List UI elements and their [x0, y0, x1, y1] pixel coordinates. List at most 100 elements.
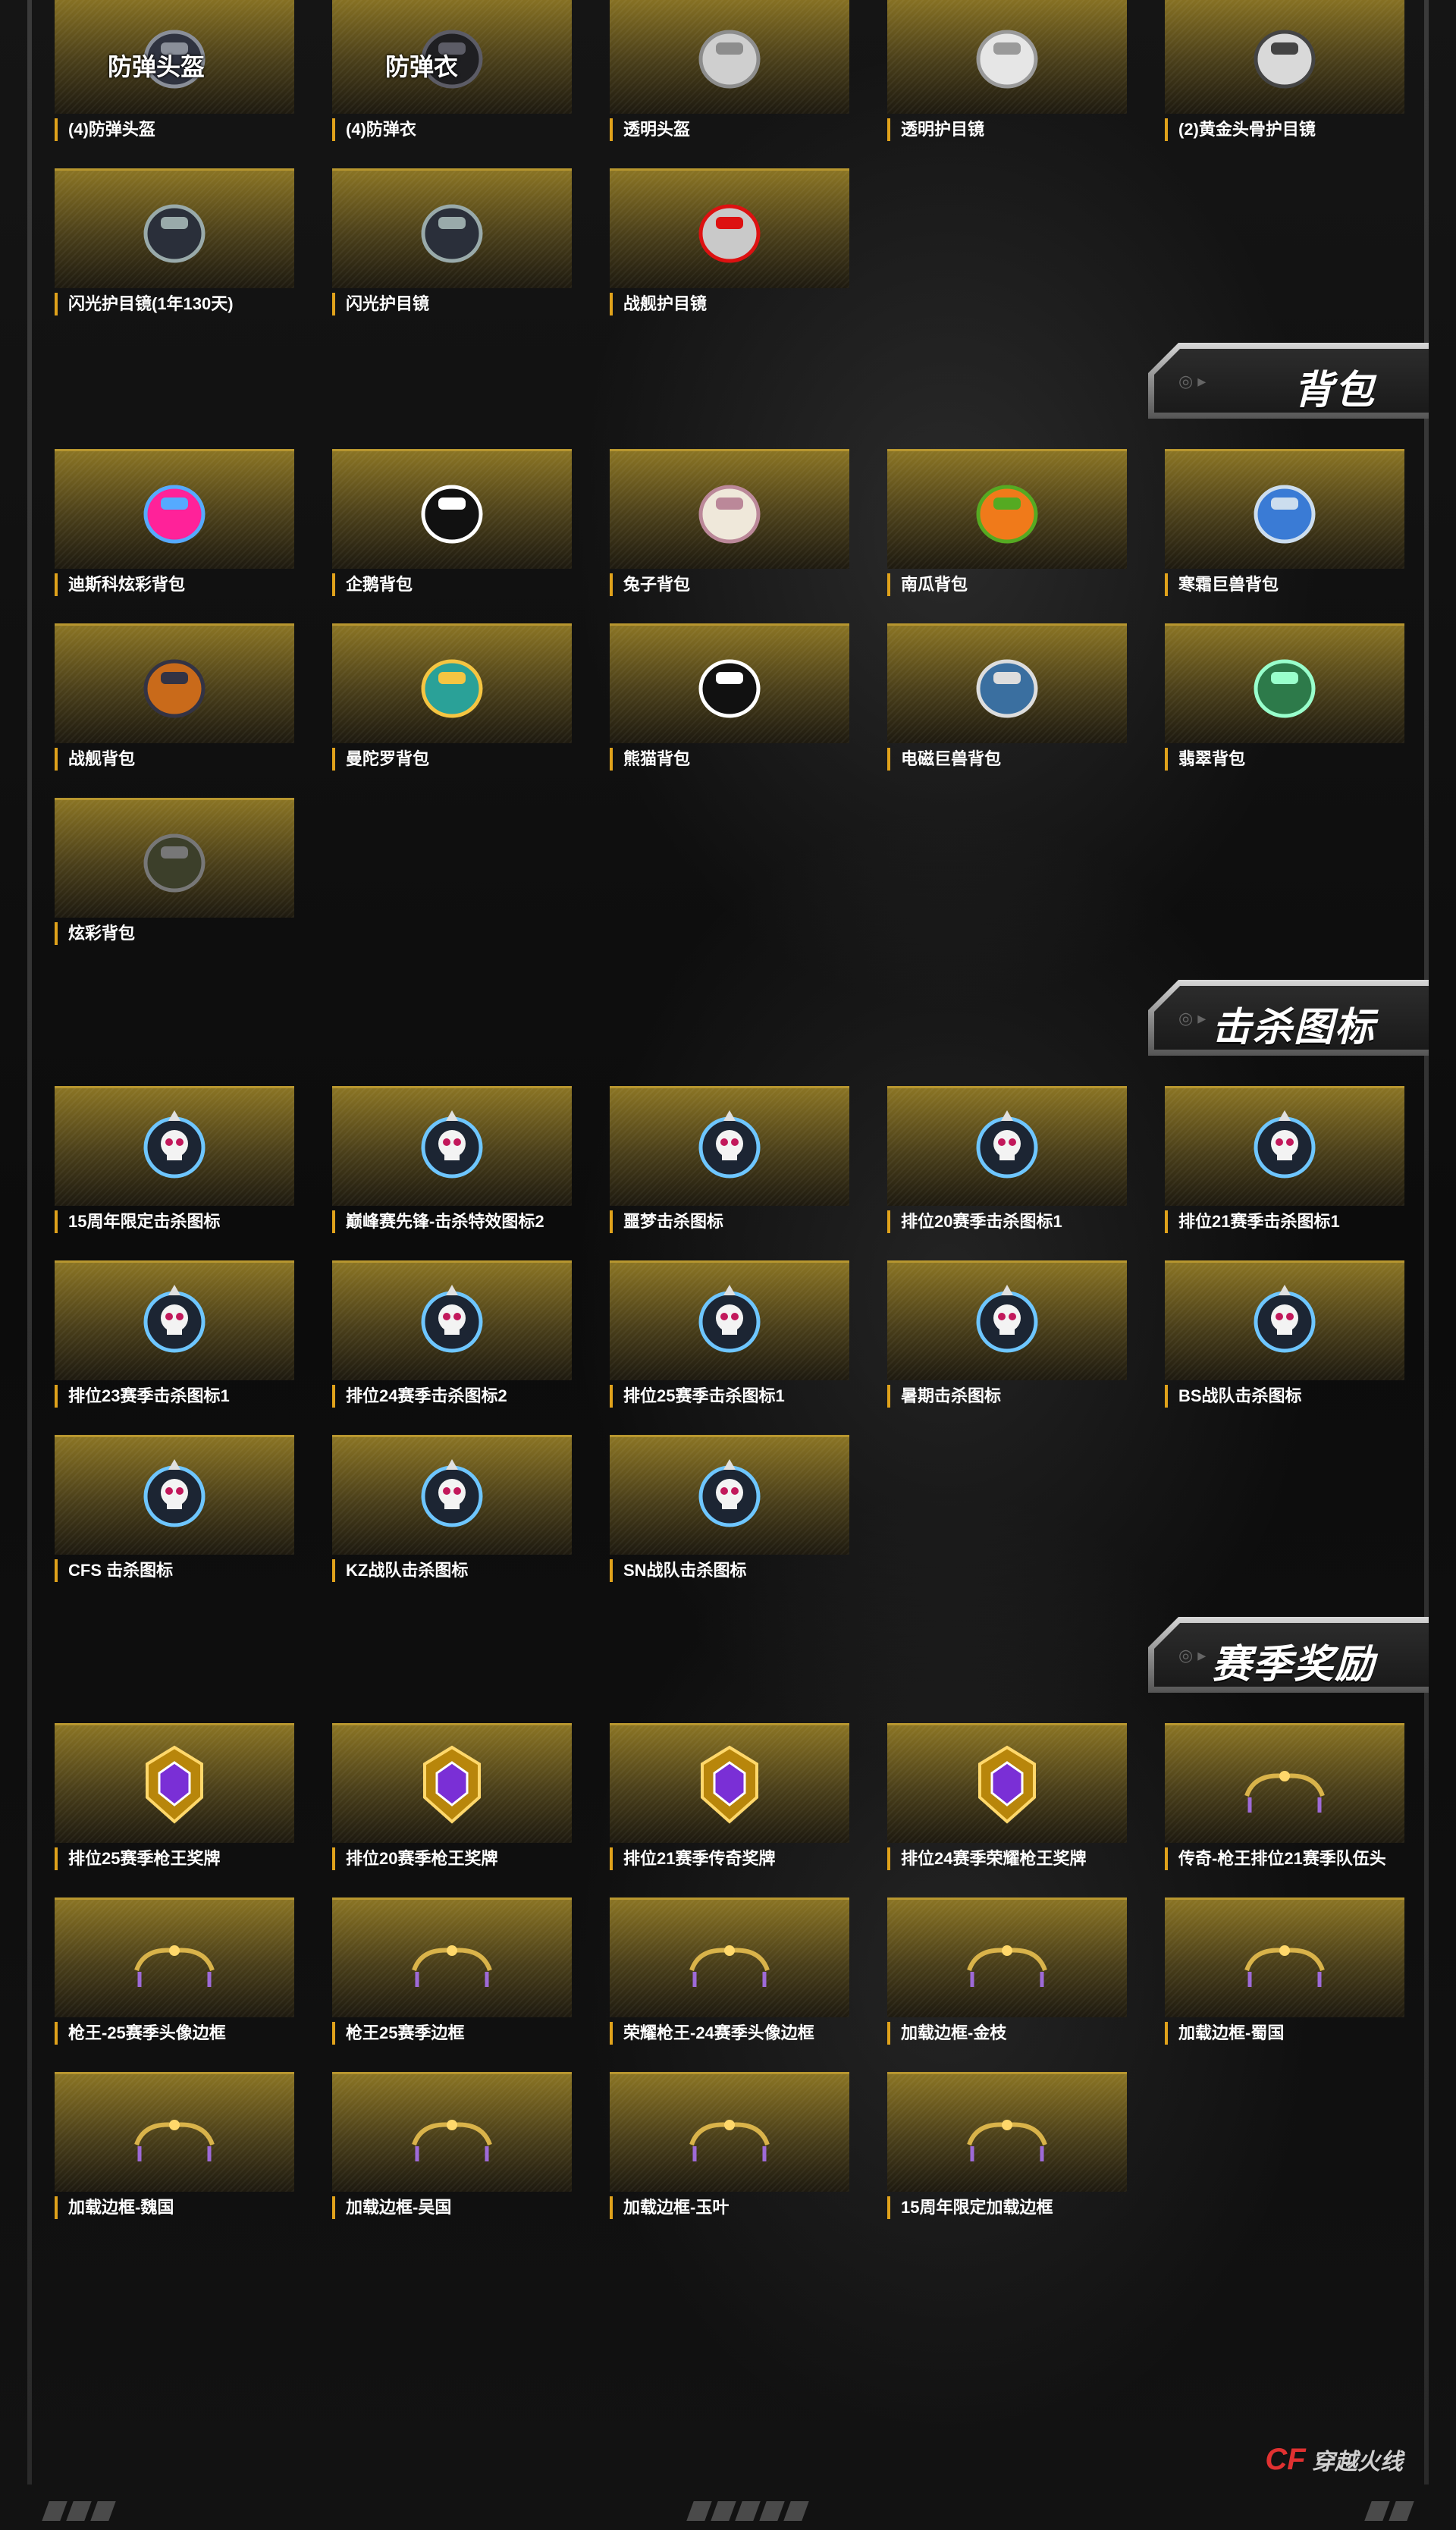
header-deco-icon: ◎ ▸	[1178, 1009, 1207, 1028]
item-label: 排位20赛季枪王奖牌	[332, 1847, 572, 1870]
item-card[interactable]: 排位21赛季传奇奖牌	[610, 1723, 849, 1897]
s24-glory-medal-icon	[962, 1743, 1053, 1826]
item-label: 加载边框-玉叶	[610, 2196, 849, 2219]
s25-medal-icon	[129, 1743, 220, 1826]
section-header-backpack: ◎ ▸ 背包	[1148, 343, 1429, 419]
penguin-backpack-icon	[406, 469, 497, 552]
item-card[interactable]: 枪王-25赛季头像边框	[55, 1897, 294, 2072]
item-card[interactable]: 排位24赛季击杀图标2	[332, 1260, 572, 1435]
item-card[interactable]: 排位23赛季击杀图标1	[55, 1260, 294, 1435]
item-card[interactable]: 闪光护目镜	[332, 168, 572, 343]
item-card[interactable]: BS战队击杀图标	[1165, 1260, 1404, 1435]
item-label: 迪斯科炫彩背包	[55, 573, 294, 596]
item-tile	[610, 449, 849, 569]
item-tile	[610, 1086, 849, 1206]
item-card[interactable]: 防弹头盔 (4)防弹头盔	[55, 0, 294, 168]
item-card[interactable]: 透明护目镜	[887, 0, 1127, 168]
item-card[interactable]: 15周年限定加载边框	[887, 2072, 1127, 2246]
item-card[interactable]: 炫彩背包	[55, 798, 294, 972]
rabbit-backpack-icon	[684, 469, 775, 552]
item-card[interactable]: 南瓜背包	[887, 449, 1127, 623]
item-card[interactable]: 15周年限定击杀图标	[55, 1086, 294, 1260]
section-header-season-rewards: ◎ ▸ 赛季奖励	[1148, 1617, 1429, 1693]
item-card[interactable]: 排位25赛季击杀图标1	[610, 1260, 849, 1435]
anniversary-frame-icon	[962, 2092, 1053, 2175]
sunglasses-icon	[129, 188, 220, 272]
gear-grid: 防弹头盔 (4)防弹头盔 防弹衣 (4)防弹衣 透明头盔 透明护目镜 (2)黄金头骨护目镜闪…	[55, 0, 1404, 343]
s21-legend-medal-icon	[684, 1743, 775, 1826]
tile-caption: 防弹头盔	[108, 53, 206, 80]
left-frame-border	[27, 0, 32, 2484]
item-card[interactable]: 加载边框-吴国	[332, 2072, 572, 2246]
item-label: 闪光护目镜	[332, 293, 572, 315]
item-tile	[610, 1723, 849, 1843]
item-card[interactable]: 荣耀枪王-24赛季头像边框	[610, 1897, 849, 2072]
item-label: 排位20赛季击杀图标1	[887, 1210, 1127, 1233]
item-card[interactable]: KZ战队击杀图标	[332, 1435, 572, 1609]
item-card[interactable]: 加载边框-魏国	[55, 2072, 294, 2246]
em-beast-backpack-icon	[962, 643, 1053, 727]
item-card[interactable]: 噩梦击杀图标	[610, 1086, 849, 1260]
item-label: 战舰背包	[55, 748, 294, 771]
item-label: 熊猫背包	[610, 748, 849, 771]
pumpkin-backpack-icon	[962, 469, 1053, 552]
item-card[interactable]: 企鹅背包	[332, 449, 572, 623]
header-deco-icon: ◎ ▸	[1178, 372, 1207, 391]
item-card[interactable]: 翡翠背包	[1165, 623, 1404, 798]
item-tile	[610, 1435, 849, 1555]
item-tile	[887, 0, 1127, 114]
item-card[interactable]: 透明头盔	[610, 0, 849, 168]
item-card[interactable]: 枪王25赛季边框	[332, 1897, 572, 2072]
item-card[interactable]: 排位20赛季枪王奖牌	[332, 1723, 572, 1897]
item-label: 透明头盔	[610, 118, 849, 141]
item-card[interactable]: 战舰护目镜	[610, 168, 849, 343]
item-tile	[1165, 1723, 1404, 1843]
item-card[interactable]: 战舰背包	[55, 623, 294, 798]
item-card[interactable]: 迪斯科炫彩背包	[55, 449, 294, 623]
item-card[interactable]: SN战队击杀图标	[610, 1435, 849, 1609]
item-tile	[887, 623, 1127, 743]
item-tile	[332, 2072, 572, 2192]
kill-icon-grid: 15周年限定击杀图标 巅峰赛先锋-击杀特效图标2 噩梦击杀图标 排位20赛季击杀图标1…	[55, 1086, 1404, 1609]
item-tile	[887, 449, 1127, 569]
item-tile	[332, 1435, 572, 1555]
item-label: 闪光护目镜(1年130天)	[55, 293, 294, 315]
item-label: (4)防弹头盔	[55, 118, 294, 141]
item-card[interactable]: 排位20赛季击杀图标1	[887, 1086, 1127, 1260]
item-card[interactable]: 加载边框-金枝	[887, 1897, 1127, 2072]
item-card[interactable]: 排位25赛季枪王奖牌	[55, 1723, 294, 1897]
s20-medal-icon	[406, 1743, 497, 1826]
item-card[interactable]: 加载边框-蜀国	[1165, 1897, 1404, 2072]
item-tile	[55, 1723, 294, 1843]
footer-bars-right	[1364, 2501, 1414, 2521]
item-tile	[55, 1086, 294, 1206]
ranked-s20-kill-icon	[962, 1106, 1053, 1189]
item-tile	[610, 168, 849, 288]
footer-bars-center	[686, 2501, 809, 2521]
legend-team-frame-icon	[1239, 1743, 1330, 1826]
section-header-kill-icon: ◎ ▸ 击杀图标	[1148, 980, 1429, 1056]
item-card[interactable]: 防弹衣 (4)防弹衣	[332, 0, 572, 168]
item-card[interactable]: 加载边框-玉叶	[610, 2072, 849, 2246]
item-card[interactable]: 暑期击杀图标	[887, 1260, 1127, 1435]
sunglasses-icon	[406, 188, 497, 272]
item-label: 电磁巨兽背包	[887, 748, 1127, 771]
item-card[interactable]: 排位21赛季击杀图标1	[1165, 1086, 1404, 1260]
item-card[interactable]: CFS 击杀图标	[55, 1435, 294, 1609]
item-card[interactable]: (2)黄金头骨护目镜	[1165, 0, 1404, 168]
golden-branch-frame-icon	[962, 1917, 1053, 2001]
item-card[interactable]: 闪光护目镜(1年130天)	[55, 168, 294, 343]
item-card[interactable]: 熊猫背包	[610, 623, 849, 798]
item-card[interactable]: 传奇-枪王排位21赛季队伍头	[1165, 1723, 1404, 1897]
item-card[interactable]: 巅峰赛先锋-击杀特效图标2	[332, 1086, 572, 1260]
item-card[interactable]: 电磁巨兽背包	[887, 623, 1127, 798]
item-card[interactable]: 寒霜巨兽背包	[1165, 449, 1404, 623]
item-tile	[610, 623, 849, 743]
item-tile	[887, 1086, 1127, 1206]
item-card[interactable]: 兔子背包	[610, 449, 849, 623]
item-label: 曼陀罗背包	[332, 748, 572, 771]
colorful-backpack-icon	[129, 818, 220, 901]
item-card[interactable]: 曼陀罗背包	[332, 623, 572, 798]
item-tile	[55, 1435, 294, 1555]
item-card[interactable]: 排位24赛季荣耀枪王奖牌	[887, 1723, 1127, 1897]
